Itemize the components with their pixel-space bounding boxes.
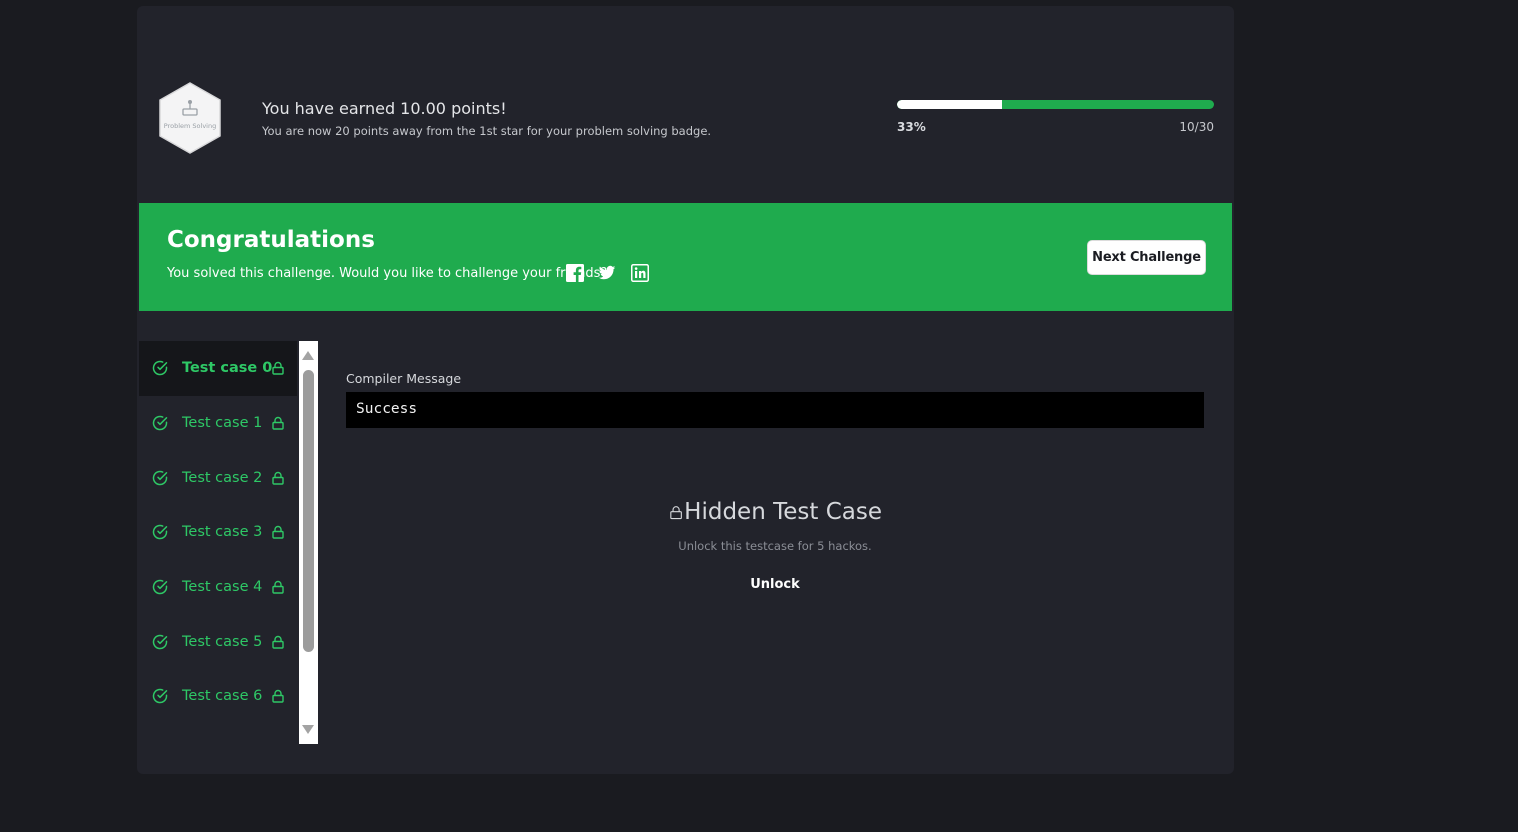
test-case-label: Test case 0	[182, 360, 273, 377]
progress-percent: 33%	[897, 120, 926, 134]
badge-label: Problem Solving	[163, 122, 217, 130]
hidden-test-case-subtitle: Unlock this testcase for 5 hackos.	[678, 539, 872, 553]
congratulations-banner: Congratulations You solved this challeng…	[139, 203, 1232, 311]
banner-subtitle: You solved this challenge. Would you lik…	[167, 266, 608, 281]
lock-icon	[272, 580, 284, 594]
lock-icon	[272, 635, 284, 649]
next-challenge-button[interactable]: Next Challenge	[1087, 240, 1206, 275]
lock-icon	[272, 526, 284, 540]
unlock-button[interactable]: Unlock	[737, 577, 813, 592]
points-subtitle: You are now 20 points away from the 1st …	[262, 124, 712, 138]
test-case-label: Test case 1	[182, 415, 263, 432]
test-case-item[interactable]: Test case 0	[139, 341, 297, 396]
test-case-scrollbar[interactable]	[299, 341, 318, 744]
lock-icon	[272, 416, 284, 430]
test-case-item[interactable]: Test case 2	[139, 450, 297, 505]
test-case-item[interactable]: Test case 6	[139, 669, 297, 724]
check-circle-icon	[152, 689, 168, 704]
progress-count: 10/30	[1179, 120, 1214, 134]
test-case-label: Test case 3	[182, 524, 263, 541]
compiler-message-box: Success	[346, 392, 1204, 428]
facebook-icon[interactable]	[566, 264, 584, 282]
check-circle-icon	[152, 525, 168, 540]
points-title: You have earned 10.00 points!	[262, 99, 507, 118]
lock-icon	[272, 690, 284, 704]
test-case-item[interactable]: Test case 3	[139, 505, 297, 560]
joystick-icon	[182, 100, 198, 116]
check-circle-icon	[152, 415, 168, 431]
banner-title: Congratulations	[167, 227, 375, 253]
check-circle-icon	[152, 634, 168, 650]
test-case-label: Test case 4	[182, 579, 263, 596]
scroll-thumb[interactable]	[303, 370, 314, 652]
hidden-test-case-title: Hidden Test Case	[670, 497, 882, 527]
check-circle-icon	[152, 579, 168, 595]
scroll-up-arrow-icon[interactable]	[302, 351, 314, 360]
test-case-item[interactable]: Test case 1	[139, 396, 297, 451]
test-case-list: Test case 0 Test case 1 Test case 2 Test ca…	[139, 341, 297, 744]
problem-solving-badge: Problem Solving	[156, 81, 224, 155]
result-panel: Problem Solving You have earned 10.00 po…	[137, 6, 1234, 774]
scroll-down-arrow-icon[interactable]	[302, 725, 314, 734]
test-case-label: Test case 6	[182, 688, 263, 705]
test-case-item[interactable]: Test case 5	[139, 614, 297, 669]
lock-icon	[272, 471, 284, 485]
hidden-title-text: Hidden Test Case	[684, 499, 882, 525]
lock-icon	[272, 362, 284, 376]
badge-progress-fill	[897, 100, 1002, 109]
twitter-icon[interactable]	[598, 264, 616, 282]
test-case-label: Test case 2	[182, 469, 263, 486]
test-case-item[interactable]: Test case 4	[139, 560, 297, 615]
test-case-label: Test case 5	[182, 633, 263, 650]
lock-icon	[670, 505, 682, 519]
check-circle-icon	[152, 470, 168, 485]
badge-progress-bar	[897, 100, 1214, 109]
compiler-message-label: Compiler Message	[346, 371, 462, 386]
check-circle-icon	[152, 361, 168, 376]
linkedin-icon[interactable]	[631, 264, 649, 282]
compiler-message-text: Success	[356, 401, 418, 417]
